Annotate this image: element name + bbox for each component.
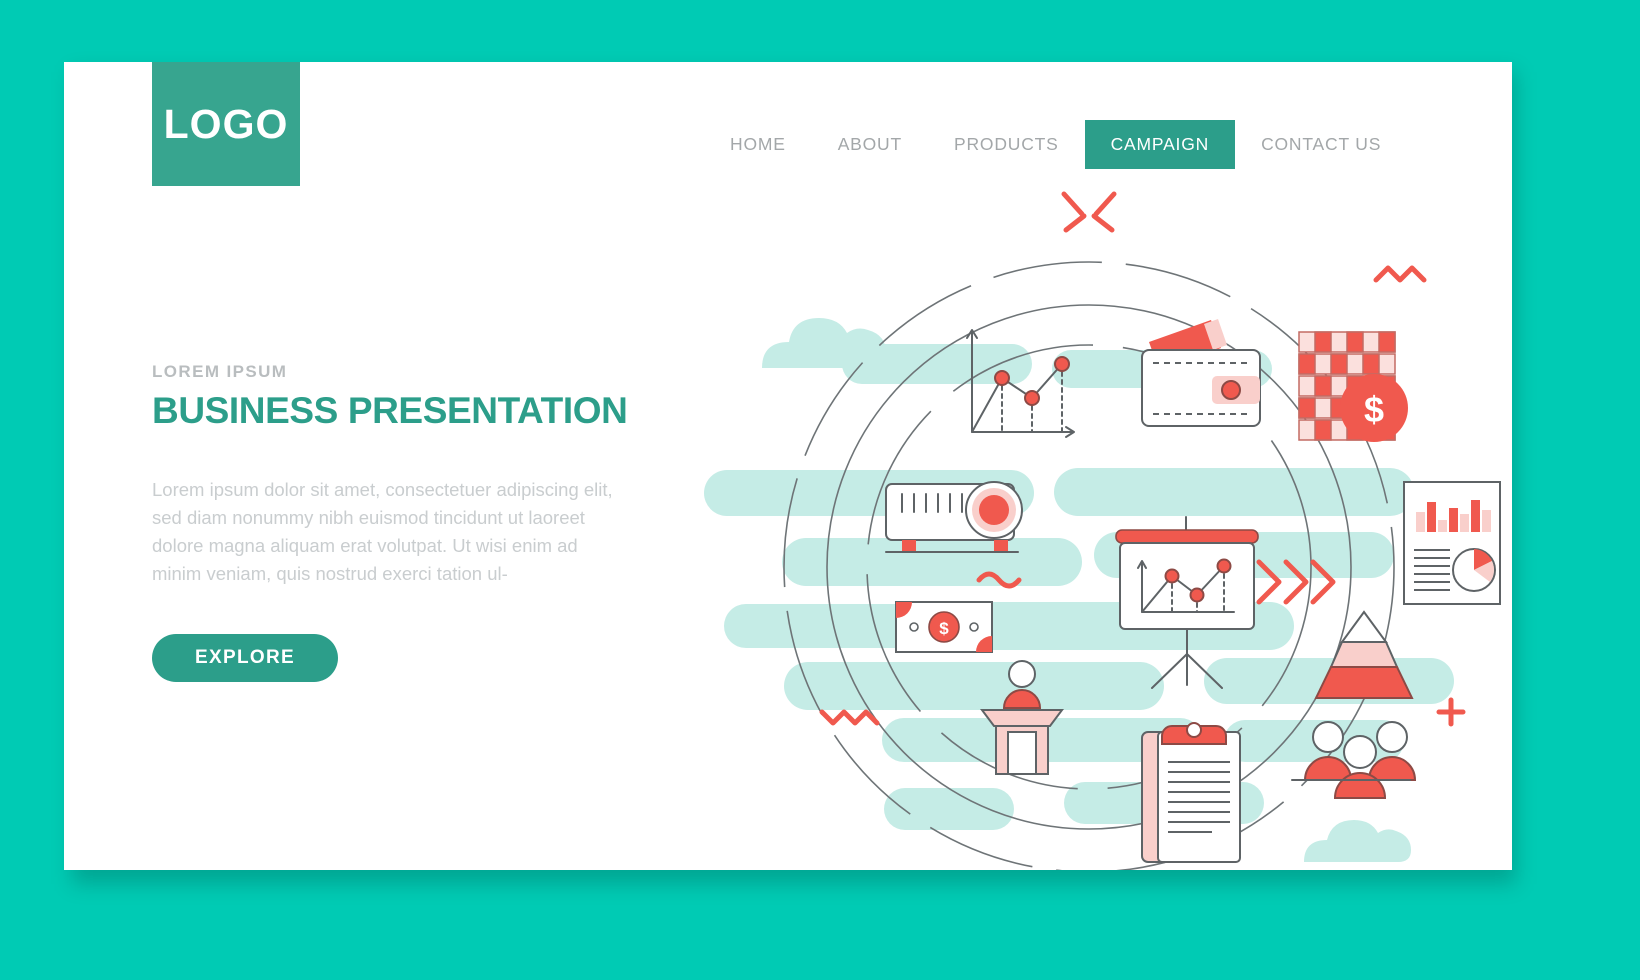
report-document-icon: [1403, 481, 1501, 605]
cloud-shape: [1304, 820, 1411, 862]
nav-item-products[interactable]: PRODUCTS: [928, 120, 1085, 169]
page-root: LOGO HOME ABOUT PRODUCTS CAMPAIGN CONTAC…: [0, 0, 1640, 980]
explore-button[interactable]: EXPLORE: [152, 634, 338, 683]
nav-item-contact-us[interactable]: CONTACT US: [1235, 120, 1407, 169]
logo[interactable]: LOGO: [152, 62, 300, 186]
wallet-icon: [1141, 319, 1261, 427]
pyramid-chart-icon: [1314, 610, 1414, 699]
money-stack-icon: $: [1298, 331, 1408, 442]
zigzag-icon: [819, 709, 880, 726]
landing-page-card: LOGO HOME ABOUT PRODUCTS CAMPAIGN CONTAC…: [64, 62, 1512, 870]
nav-item-about[interactable]: ABOUT: [812, 120, 928, 169]
nav-item-home[interactable]: HOME: [704, 120, 812, 169]
pie-chart-icon: [1452, 548, 1496, 592]
hero-copy: LOREM IPSUM BUSINESS PRESENTATION Lorem …: [152, 362, 662, 683]
hero-illustration: .ln { fill:none; stroke:#5e6366; stroke-…: [664, 172, 1512, 870]
hero-description: Lorem ipsum dolor sit amet, consectetuer…: [152, 478, 613, 585]
svg-text:$: $: [1364, 389, 1384, 430]
banknote-icon: $: [895, 601, 993, 653]
hero-eyebrow: LOREM IPSUM: [152, 362, 288, 381]
clipboard-icon: [1141, 722, 1241, 863]
logo-label: LOGO: [163, 100, 289, 147]
spark-icon: [1061, 191, 1117, 233]
zigzag-icon: [1373, 265, 1427, 283]
page-title: BUSINESS PRESENTATION: [152, 390, 628, 431]
nav-item-campaign[interactable]: CAMPAIGN: [1084, 120, 1236, 169]
svg-text:$: $: [939, 619, 949, 638]
plus-icon: [1436, 697, 1466, 727]
main-navigation: HOME ABOUT PRODUCTS CAMPAIGN CONTACT US: [704, 120, 1407, 169]
